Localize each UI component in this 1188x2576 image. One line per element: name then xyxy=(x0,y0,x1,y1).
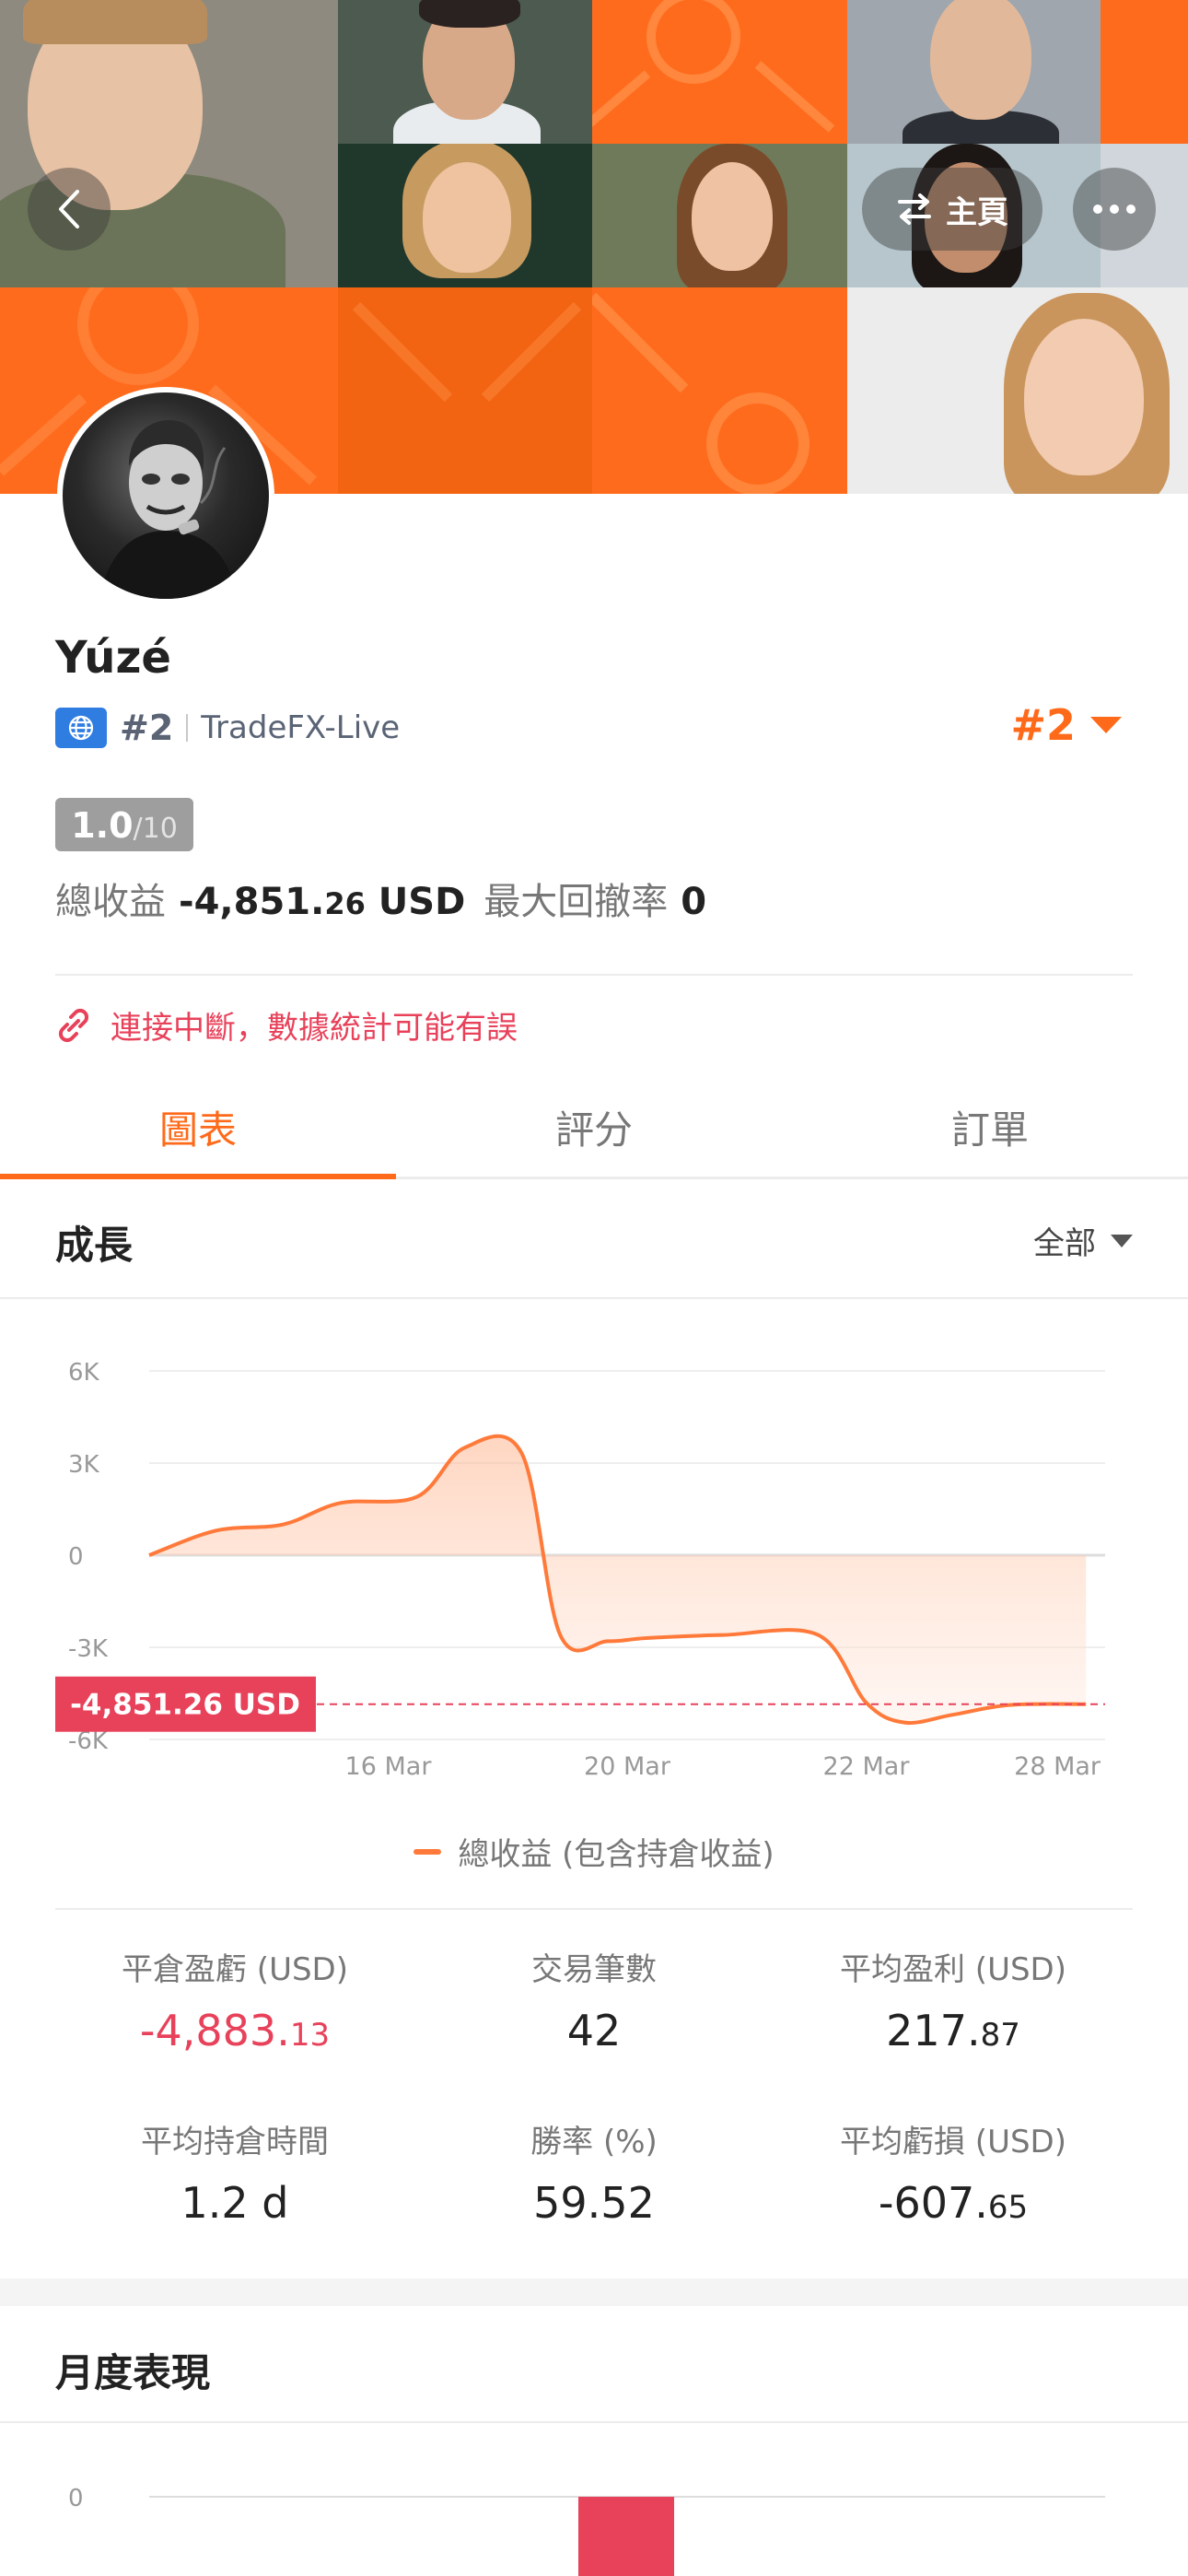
metric-value: 1.2 d xyxy=(181,2178,289,2228)
legend-swatch xyxy=(413,1848,442,1855)
region-rank: #2 xyxy=(120,708,174,748)
x-tick-label: 28 Mar xyxy=(1014,1752,1101,1781)
tab-chart[interactable]: 圖表 xyxy=(0,1078,396,1179)
tab-rating[interactable]: 評分 xyxy=(396,1078,792,1177)
divider xyxy=(55,1908,1133,1910)
swap-arrows-icon xyxy=(898,193,931,225)
banner-photo xyxy=(847,0,1101,144)
globe-icon xyxy=(55,708,107,748)
server-name: TradeFX-Live xyxy=(201,709,401,746)
username: Yúzé xyxy=(55,632,171,684)
total-profit-value: -4,851.26 USD xyxy=(179,881,466,923)
current-value-label: -4,851.26 USD xyxy=(70,1689,300,1722)
max-drawdown-value: 0 xyxy=(681,881,707,923)
metric-value: 42 xyxy=(566,2006,622,2055)
connection-warning: 連接中斷，數據統計可能有誤 xyxy=(55,1002,518,1048)
metric-item: 平均虧損 (USD) -607.65 xyxy=(774,2116,1133,2228)
rank-dropdown[interactable]: #2 xyxy=(1010,700,1122,750)
banner-pattern xyxy=(592,0,847,144)
x-tick-label: 22 Mar xyxy=(823,1752,911,1781)
metric-item: 平均盈利 (USD) 217.87 xyxy=(774,1944,1133,2055)
rank-value: #2 xyxy=(1010,700,1076,750)
caret-down-icon xyxy=(1090,717,1122,733)
tab-bar: 圖表 評分 訂單 xyxy=(0,1078,1188,1179)
profile-meta-row: #2 TradeFX-Live xyxy=(55,708,400,748)
broken-link-icon xyxy=(58,1008,89,1042)
y-tick-label: 0 xyxy=(68,2485,84,2512)
switch-home-button[interactable]: 主頁 xyxy=(862,168,1042,251)
metric-label: 勝率 (%) xyxy=(530,2124,658,2160)
y-tick-label: 6K xyxy=(68,1359,100,1387)
metric-value: -4,883.13 xyxy=(139,2006,331,2055)
metric-value: 59.52 xyxy=(533,2178,655,2228)
avatar[interactable] xyxy=(57,387,274,604)
more-dots-icon xyxy=(1093,205,1136,214)
banner-photo xyxy=(338,0,592,144)
x-tick-label: 16 Mar xyxy=(345,1752,433,1781)
caret-down-icon xyxy=(1111,1234,1133,1247)
metric-item: 交易筆數 42 xyxy=(414,1944,774,2055)
growth-chart: 6K3K0-3K-6K-4,851.26 USD16 Mar 20 Mar 22 M… xyxy=(55,1359,1105,1781)
score-badge: 1.0 /10 xyxy=(55,798,193,851)
metrics-grid: 平倉盈虧 (USD) -4,883.13 交易筆數 42 平均盈利 (USD) 217.8… xyxy=(55,1944,1133,2228)
total-profit-label: 總收益 xyxy=(55,881,166,923)
y-tick-label: -3K xyxy=(68,1635,109,1663)
section-gap xyxy=(0,2278,1188,2306)
y-tick-label: 3K xyxy=(68,1451,100,1479)
metric-label: 平均盈利 (USD) xyxy=(840,1951,1066,1988)
chart-legend: 總收益 (包含持倉收益) xyxy=(0,1829,1188,1874)
banner-pattern xyxy=(592,287,847,494)
filter-label: 全部 xyxy=(1033,1225,1096,1262)
monthly-title: 月度表現 xyxy=(55,2350,211,2395)
metric-item: 平均持倉時間 1.2 d xyxy=(55,2116,414,2228)
monthly-bar xyxy=(578,2497,674,2576)
legend-label: 總收益 (包含持倉收益) xyxy=(458,1836,775,1873)
metric-label: 平倉盈虧 (USD) xyxy=(122,1951,348,1988)
warning-text: 連接中斷，數據統計可能有誤 xyxy=(111,1010,518,1047)
joker-portrait xyxy=(99,420,238,599)
growth-title: 成長 xyxy=(55,1223,134,1268)
banner-photo xyxy=(592,144,847,287)
more-button[interactable] xyxy=(1073,168,1156,251)
banner-photo xyxy=(338,144,592,287)
banner-pattern xyxy=(1101,0,1188,144)
banner-pattern xyxy=(338,287,592,494)
metric-value: -607.65 xyxy=(878,2178,1029,2228)
metric-label: 平均持倉時間 xyxy=(141,2124,329,2160)
profile-stats-line: 總收益 -4,851.26 USD 最大回撤率 0 xyxy=(55,872,706,925)
divider xyxy=(0,2421,1188,2423)
meta-separator xyxy=(186,714,189,742)
y-tick-label: 0 xyxy=(68,1543,84,1571)
max-drawdown-label: 最大回撤率 xyxy=(483,881,669,923)
back-button[interactable] xyxy=(28,168,111,251)
x-tick-label: 20 Mar xyxy=(584,1752,671,1781)
divider xyxy=(55,974,1133,976)
score-max: /10 xyxy=(133,813,178,845)
chevron-left-icon xyxy=(59,190,79,228)
score-value: 1.0 xyxy=(71,805,134,846)
metric-label: 交易筆數 xyxy=(531,1951,657,1988)
monthly-chart: 0 xyxy=(68,2485,1105,2576)
metric-item: 勝率 (%) 59.52 xyxy=(414,2116,774,2228)
metric-label: 平均虧損 (USD) xyxy=(840,2124,1066,2160)
banner-photo xyxy=(847,287,1188,494)
home-label: 主頁 xyxy=(946,193,1008,231)
metric-value: 217.87 xyxy=(886,2006,1020,2055)
growth-filter-dropdown[interactable]: 全部 xyxy=(1033,1218,1133,1263)
tab-orders[interactable]: 訂單 xyxy=(792,1078,1188,1177)
metric-item: 平倉盈虧 (USD) -4,883.13 xyxy=(55,1944,414,2055)
